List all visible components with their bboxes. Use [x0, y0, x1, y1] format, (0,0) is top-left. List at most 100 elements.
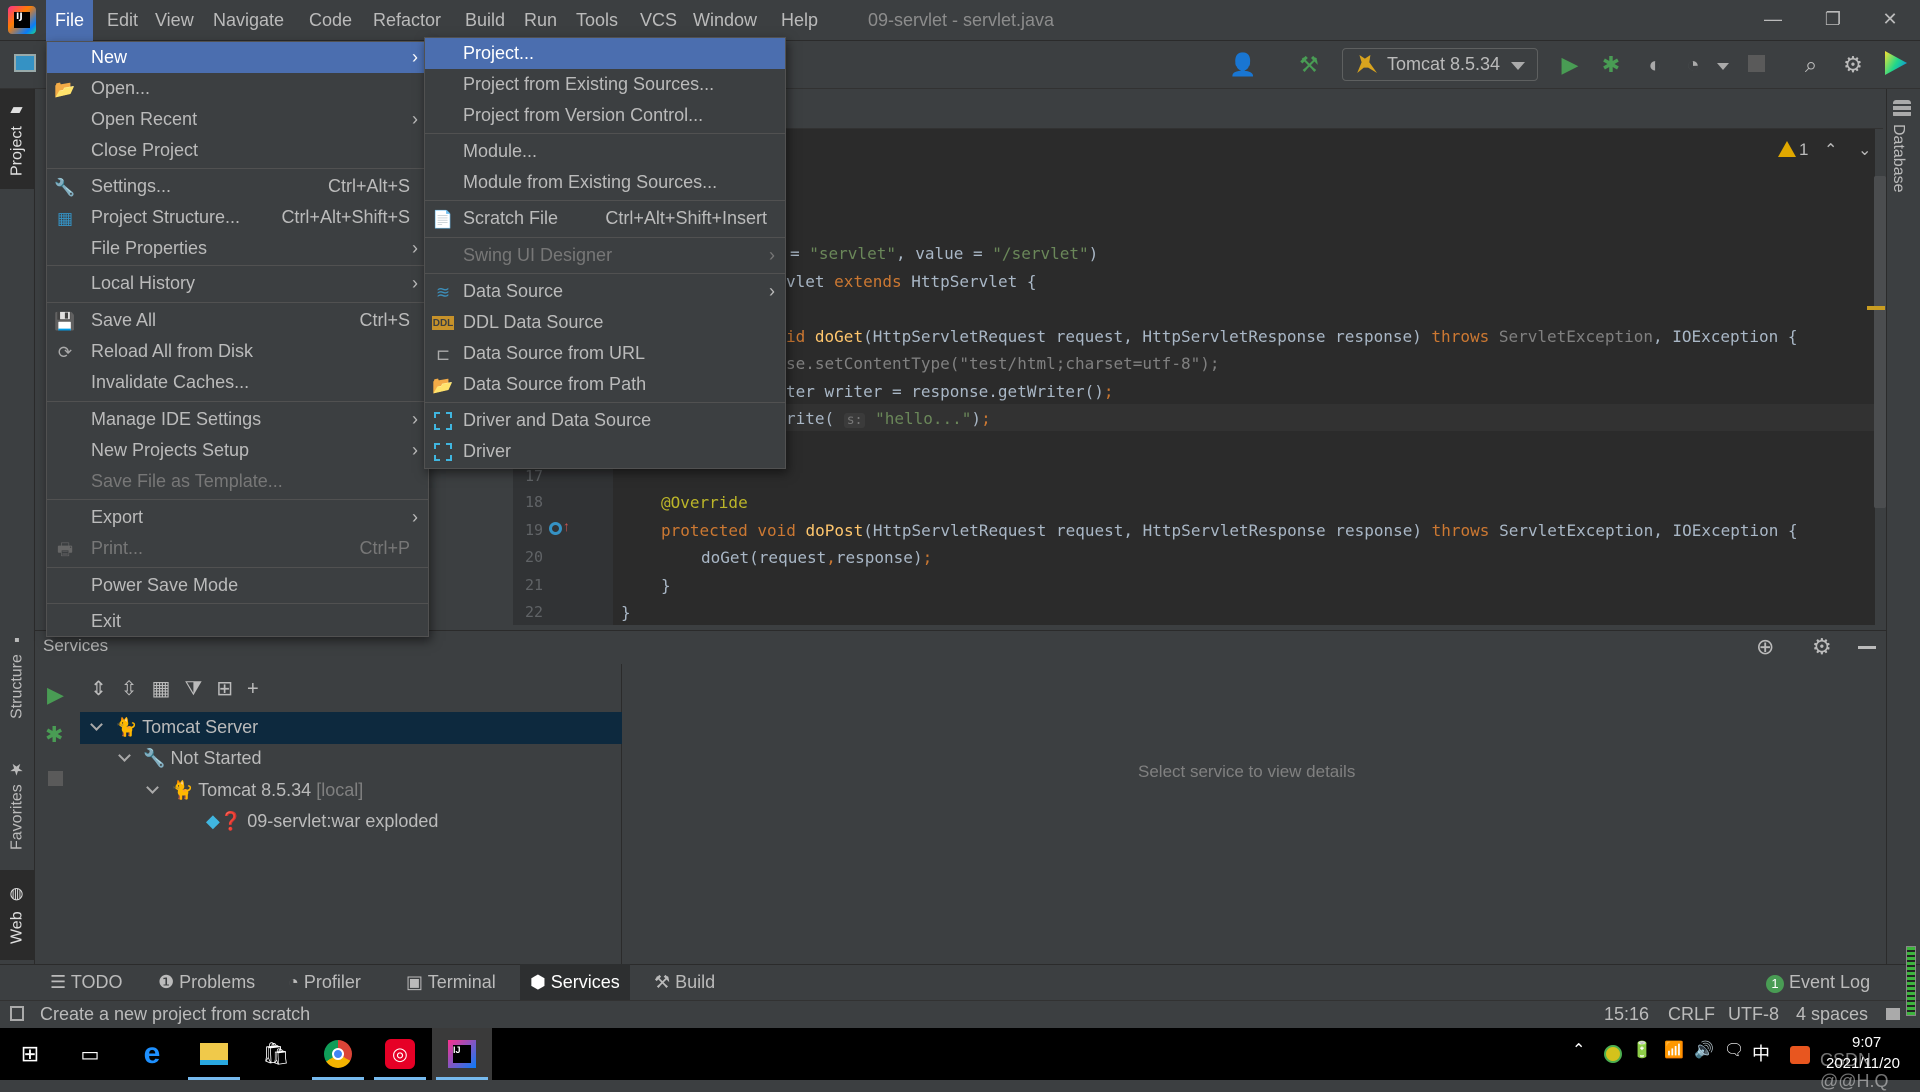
menu-item-close-project[interactable]: Close Project	[47, 135, 428, 166]
menu-item-save-all[interactable]: 💾 Save All Ctrl+S	[47, 305, 428, 336]
menu-item-data-source-url[interactable]: ⊏ Data Source from URL	[425, 338, 785, 369]
menu-build[interactable]: Build	[456, 0, 514, 41]
search-icon[interactable]: ⌕	[1796, 50, 1826, 80]
menu-item-invalidate-caches[interactable]: Invalidate Caches...	[47, 367, 428, 398]
clock-time[interactable]: 9:07	[1852, 1034, 1881, 1051]
menu-vcs[interactable]: VCS	[631, 0, 686, 41]
tab-problems[interactable]: ❶ Problems	[148, 964, 265, 1000]
settings-icon[interactable]: ⚙	[1838, 50, 1868, 80]
filter-icon[interactable]: ⧩	[184, 678, 216, 700]
profile-icon[interactable]: ◔	[1678, 50, 1708, 80]
tab-build[interactable]: ⚒ Build	[644, 964, 725, 1000]
tool-tab-database[interactable]: Database	[1889, 124, 1907, 193]
menu-code[interactable]: Code	[300, 0, 361, 41]
run-config-selector[interactable]: Tomcat 8.5.34	[1342, 48, 1538, 81]
user-icon[interactable]: 👤	[1228, 50, 1258, 80]
menu-item-reload[interactable]: ⟳ Reload All from Disk	[47, 336, 428, 367]
tree-item-not-started[interactable]: 🔧 Not Started	[114, 743, 261, 774]
menu-item-open[interactable]: 📂 Open...	[47, 73, 428, 104]
menu-item-new-projects-setup[interactable]: New Projects Setup ›	[47, 435, 428, 466]
wifi-icon[interactable]: 📶	[1664, 1040, 1684, 1060]
tab-todo[interactable]: ☰ TODO	[40, 964, 133, 1000]
memory-indicator[interactable]	[1906, 946, 1916, 1016]
menu-item-new[interactable]: New ›	[47, 42, 428, 73]
override-method-icon[interactable]	[549, 522, 562, 535]
gear-icon[interactable]: ⚙	[1812, 634, 1832, 660]
debug-service-icon[interactable]: ✱	[45, 722, 63, 748]
debug-icon[interactable]: ✱	[1596, 50, 1626, 80]
tool-tab-favorites[interactable]: Favorites ★	[0, 745, 35, 865]
tab-profiler[interactable]: ◔ Profiler	[278, 964, 371, 1000]
menu-run[interactable]: Run	[515, 0, 566, 41]
menu-item-scratch-file[interactable]: 📄 Scratch File Ctrl+Alt+Shift+Insert	[425, 203, 785, 234]
menu-item-ddl-data-source[interactable]: DDL DDL Data Source	[425, 307, 785, 338]
editor-scrollbar[interactable]	[1874, 176, 1886, 508]
coverage-icon[interactable]: ◐	[1640, 50, 1670, 80]
tray-overflow-icon[interactable]: ⌃	[1572, 1040, 1585, 1060]
menu-item-settings[interactable]: 🔧 Settings... Ctrl+Alt+S	[47, 171, 428, 202]
run-icon[interactable]: ▶	[1555, 50, 1585, 80]
menu-item-open-recent[interactable]: Open Recent ›	[47, 104, 428, 135]
lock-icon[interactable]	[1886, 1008, 1900, 1020]
tool-tab-structure[interactable]: Structure ▪	[0, 610, 35, 740]
tree-item-tomcat-server[interactable]: 🐈 Tomcat Server	[86, 712, 258, 743]
warning-marker[interactable]	[1867, 306, 1885, 310]
menu-item-project-structure[interactable]: ▦ Project Structure... Ctrl+Alt+Shift+S	[47, 202, 428, 233]
minimize-button[interactable]: —	[1743, 0, 1803, 40]
close-button[interactable]: ✕	[1860, 0, 1920, 40]
task-view-button[interactable]: ▭	[60, 1028, 120, 1080]
taskbar-edge[interactable]: e	[122, 1028, 182, 1080]
taskbar-intellij[interactable]: IJ	[432, 1028, 492, 1080]
tool-tab-web[interactable]: Web ◍	[0, 870, 35, 960]
taskbar-store[interactable]: 🛍	[246, 1028, 306, 1080]
clock-date[interactable]: 2021/11/20	[1826, 1055, 1900, 1072]
menu-item-export[interactable]: Export ›	[47, 502, 428, 533]
menu-item-driver[interactable]: Driver	[425, 436, 785, 467]
run-service-icon[interactable]: ▶	[47, 682, 64, 708]
restore-button[interactable]: ❐	[1803, 0, 1863, 40]
tree-item-artifact[interactable]: ◆❓ 09-servlet:war exploded	[206, 806, 438, 837]
taskbar-chrome[interactable]	[308, 1028, 368, 1080]
event-log-button[interactable]: 1 Event Log	[1756, 964, 1880, 1000]
tool-tab-project[interactable]: Project ▰	[0, 89, 35, 189]
crosshair-icon[interactable]: ⊕	[1756, 634, 1774, 660]
tool-window-toggle-icon[interactable]	[10, 1006, 24, 1021]
tray-app-icon[interactable]	[1604, 1045, 1622, 1063]
profile-dropdown-icon[interactable]	[1717, 63, 1729, 76]
menu-help[interactable]: Help	[772, 0, 827, 41]
ime-indicator[interactable]: 中	[1752, 1040, 1770, 1066]
notification-icon[interactable]: 🗨	[1724, 1040, 1744, 1060]
menu-edit[interactable]: Edit	[98, 0, 147, 41]
taskbar-netease-music[interactable]: ◎	[370, 1028, 430, 1080]
battery-icon[interactable]: 🔋	[1632, 1040, 1652, 1060]
menu-tools[interactable]: Tools	[567, 0, 627, 41]
tab-terminal[interactable]: ▣ Terminal	[396, 964, 506, 1000]
group-by-icon[interactable]: ▦	[152, 678, 185, 700]
inspection-warnings[interactable]: 1	[1778, 140, 1808, 160]
collapse-all-icon[interactable]: ⇳	[121, 678, 152, 700]
new-tab-icon[interactable]: ⊞	[216, 678, 247, 700]
menu-view[interactable]: View	[146, 0, 203, 41]
volume-icon[interactable]: 🔊	[1694, 1040, 1714, 1060]
menu-item-data-source[interactable]: ≋ Data Source ›	[425, 276, 785, 307]
menu-refactor[interactable]: Refactor	[364, 0, 450, 41]
add-service-icon[interactable]: +	[247, 678, 273, 700]
indent-setting[interactable]: 4 spaces	[1796, 1000, 1868, 1028]
tab-services[interactable]: ⬢ Services	[520, 964, 630, 1000]
next-highlight-icon[interactable]: ⌄	[1858, 140, 1871, 160]
taskbar-explorer[interactable]	[184, 1028, 244, 1080]
project-window-icon[interactable]	[14, 54, 36, 72]
menu-item-module[interactable]: Module...	[425, 136, 785, 167]
menu-window[interactable]: Window	[684, 0, 766, 41]
sogou-ime-icon[interactable]	[1790, 1046, 1810, 1064]
menu-item-exit[interactable]: Exit	[47, 606, 428, 637]
menu-item-file-properties[interactable]: File Properties ›	[47, 233, 428, 264]
stop-service-icon[interactable]	[48, 771, 63, 786]
prev-highlight-icon[interactable]: ⌃	[1824, 140, 1837, 160]
caret-position[interactable]: 15:16	[1604, 1000, 1649, 1028]
menu-item-manage-ide-settings[interactable]: Manage IDE Settings ›	[47, 404, 428, 435]
menu-item-project-existing[interactable]: Project from Existing Sources...	[425, 69, 785, 100]
menu-item-power-save[interactable]: Power Save Mode	[47, 570, 428, 601]
expand-all-icon[interactable]: ⇕	[90, 678, 121, 700]
file-encoding[interactable]: UTF-8	[1728, 1000, 1779, 1028]
